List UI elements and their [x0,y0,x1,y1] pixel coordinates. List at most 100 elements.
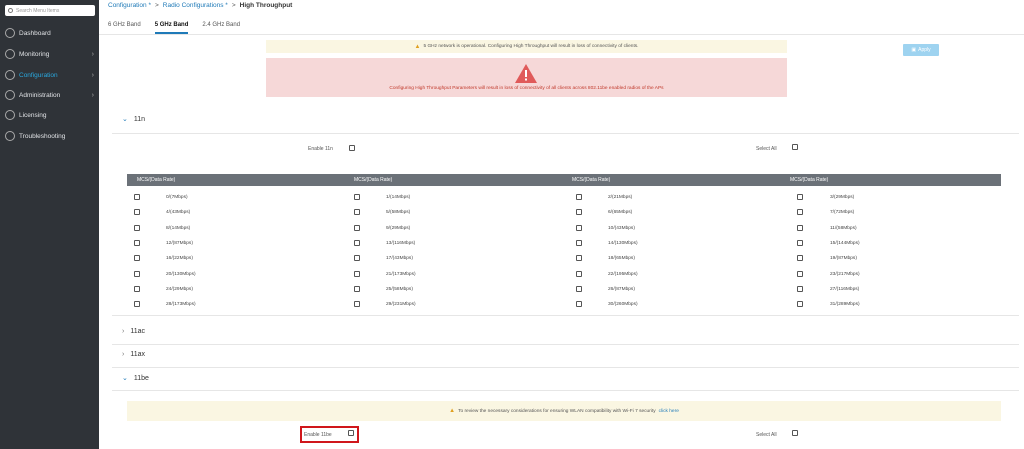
mcs-checkbox[interactable] [797,255,803,262]
mcs-checkbox[interactable] [354,301,360,308]
sidebar-item-administration[interactable]: Administration › [0,86,99,104]
mcs-rate-label: 7/(72Mbps) [830,210,855,216]
mcs-checkbox[interactable] [576,194,582,200]
mcs-rate-label: 15/(144Mbps) [830,240,860,246]
section-divider [112,344,1019,345]
mcs-checkbox[interactable] [354,224,360,231]
dashboard-icon [5,28,15,38]
sidebar: Search Menu Items Dashboard Monitoring ›… [0,0,99,449]
monitoring-icon [5,49,15,59]
sidebar-item-licensing[interactable]: Licensing [0,106,99,124]
enable-11n-label: Enable 11n [308,146,333,152]
warning-icon: ▲ [414,43,421,50]
mcs-checkbox[interactable] [134,239,140,246]
mcs-checkbox[interactable] [134,224,140,231]
warning-icon: ▲ [449,408,456,414]
mcs-checkbox[interactable] [134,255,140,262]
breadcrumb-separator: > [231,2,236,9]
mcs-rate-label: 27/(116Mbps) [830,286,860,292]
chevron-down-icon: ⌄ [122,116,128,123]
sidebar-item-configuration[interactable]: Configuration › [0,66,99,84]
tab-divider [99,34,1024,35]
mcs-checkbox[interactable] [354,194,360,200]
mcs-rate-label: 25/(58Mbps) [386,286,413,292]
info-banner-text: 5 GHz network is operational. Configurin… [423,44,639,49]
sidebar-item-dashboard[interactable]: Dashboard [0,24,99,42]
chevron-down-icon: ⌄ [122,375,128,382]
mcs-rate-label: 13/(116Mbps) [386,240,416,246]
mcs-rate-label: 23/(217Mbps) [830,271,860,277]
mcs-checkbox[interactable] [797,270,803,277]
section-11be-toggle[interactable]: ⌄ 11be [122,374,149,383]
apply-button-label: Apply [918,47,931,53]
mcs-rate-label: 21/(173Mbps) [386,271,416,277]
mcs-checkbox[interactable] [354,209,360,216]
mcs-checkbox[interactable] [354,255,360,262]
click-here-link[interactable]: click here [659,409,679,414]
apply-button[interactable]: ▣ Apply [903,44,939,56]
mcs-column-header: MCS/(Data Rate) [790,177,829,183]
mcs-checkbox[interactable] [134,270,140,277]
section-11be-title: 11be [133,374,149,382]
mcs-checkbox[interactable] [576,285,582,292]
mcs-rate-label: 18/(65Mbps) [608,256,635,262]
mcs-checkbox[interactable] [797,239,803,246]
section-11ax-toggle[interactable]: › 11ax [122,351,145,358]
mcs-checkbox[interactable] [354,285,360,292]
search-icon [8,8,13,13]
mcs-rate-label: 26/(87Mbps) [608,286,635,292]
mcs-rate-label: 24/(29Mbps) [166,286,193,292]
mcs-rate-label: 14/(130Mbps) [608,240,638,246]
tab-6ghz[interactable]: 6 GHz Band [108,22,141,34]
mcs-checkbox[interactable] [354,239,360,246]
mcs-checkbox[interactable] [797,285,803,292]
select-all-11n-checkbox[interactable] [792,144,798,150]
mcs-checkbox[interactable] [576,301,582,308]
mcs-rate-label: 22/(195Mbps) [608,271,638,277]
mcs-rate-label: 11/(58Mbps) [830,225,857,231]
chevron-right-icon: › [91,71,94,79]
sidebar-item-monitoring[interactable]: Monitoring › [0,45,99,63]
mcs-checkbox[interactable] [134,194,140,200]
mcs-rate-label: 9/(29Mbps) [386,225,411,231]
mcs-rate-label: 3/(29Mbps) [830,195,855,200]
select-all-11be-label: Select All [756,432,777,438]
band-tabs: 6 GHz Band 5 GHz Band 2.4 GHz Band [108,22,254,34]
main-content: Configuration * > Radio Configurations * > H… [99,0,1024,449]
mcs-checkbox[interactable] [134,209,140,216]
enable-11n-checkbox[interactable] [349,145,355,151]
mcs-checkbox[interactable] [797,194,803,200]
mcs-checkbox[interactable] [354,270,360,277]
mcs-rate-label: 4/(43Mbps) [166,210,191,216]
tab-2-4ghz[interactable]: 2.4 GHz Band [202,22,240,34]
mcs-checkbox[interactable] [576,255,582,262]
mcs-checkbox[interactable] [134,301,140,308]
mcs-rate-label: 30/(260Mbps) [608,302,638,308]
mcs-rate-label: 16/(22Mbps) [166,256,193,262]
mcs-checkbox[interactable] [576,239,582,246]
sidebar-item-label: Configuration [19,71,58,79]
mcs-checkbox[interactable] [797,224,803,231]
mcs-column-header: MCS/(Data Rate) [137,177,176,183]
select-all-11be-checkbox[interactable] [792,430,798,436]
select-all-11n-label: Select All [756,146,777,152]
mcs-column-header: MCS/(Data Rate) [572,177,611,183]
mcs-checkbox[interactable] [576,224,582,231]
breadcrumb-link-configuration[interactable]: Configuration * [108,2,151,9]
section-11ac-toggle[interactable]: › 11ac [122,328,145,335]
mcs-checkbox[interactable] [797,209,803,216]
breadcrumb-link-radio-configurations[interactable]: Radio Configurations * [163,2,228,9]
sidebar-item-label: Dashboard [19,29,51,37]
administration-icon [5,90,15,100]
mcs-rate-label: 1/(14Mbps) [386,195,411,200]
tab-5ghz[interactable]: 5 GHz Band [154,22,189,34]
breadcrumb: Configuration * > Radio Configurations * > H… [108,2,292,9]
mcs-checkbox[interactable] [797,301,803,308]
section-11n-title: 11n [133,115,146,123]
mcs-checkbox[interactable] [576,209,582,216]
mcs-checkbox[interactable] [576,270,582,277]
sidebar-item-troubleshooting[interactable]: Troubleshooting [0,127,99,145]
section-11n-toggle[interactable]: ⌄ 11n [122,115,146,124]
search-input[interactable]: Search Menu Items [5,5,95,16]
mcs-checkbox[interactable] [134,285,140,292]
